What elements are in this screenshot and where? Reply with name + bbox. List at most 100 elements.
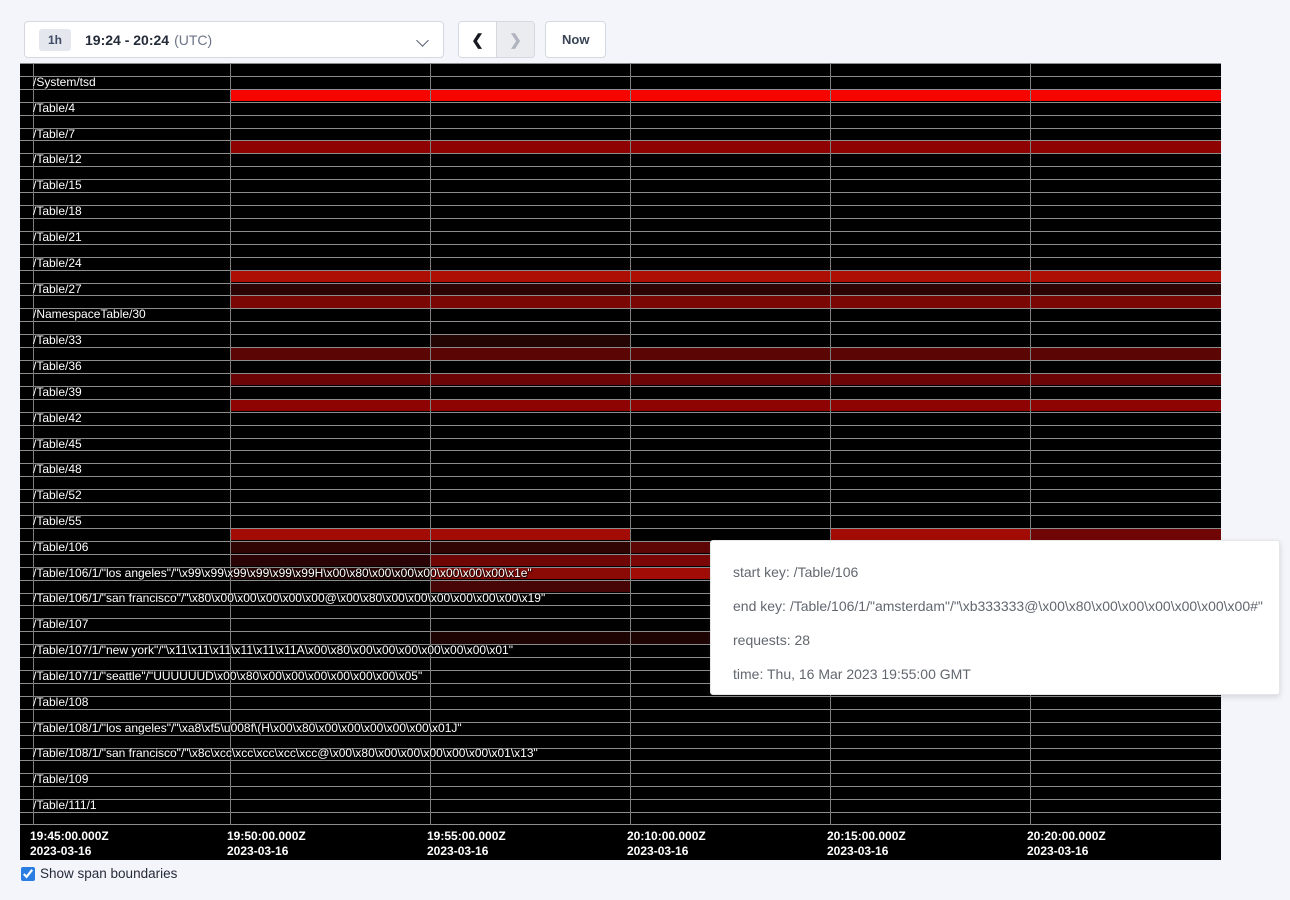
tooltip-time: time: Thu, 16 Mar 2023 19:55:00 GMT: [733, 651, 1257, 685]
heatmap-band[interactable]: [230, 374, 1221, 385]
span-boundary-line: [20, 760, 1221, 761]
heatmap-band[interactable]: [1030, 529, 1221, 540]
range-timezone: (UTC): [174, 32, 212, 48]
span-boundary-line: [20, 773, 1221, 774]
heatmap-band[interactable]: [230, 296, 1221, 307]
axis-tick-label: 20:10:00.000Z2023-03-16: [627, 829, 706, 859]
heatmap-band[interactable]: [430, 555, 630, 566]
heatmap-band[interactable]: [230, 271, 1221, 282]
show-span-boundaries-checkbox[interactable]: [21, 867, 35, 881]
row-key-label: /Table/109: [33, 773, 88, 786]
next-range-button[interactable]: ❯: [497, 22, 534, 57]
span-boundary-line: [20, 321, 1221, 322]
span-boundary-line: [20, 438, 1221, 439]
row-key-label: /Table/42: [33, 412, 82, 425]
span-boundary-line: [20, 373, 1221, 374]
span-boundary-line: [20, 128, 1221, 129]
heatmap-band[interactable]: [230, 568, 430, 579]
row-key-label: /Table/106/1/"san francisco"/"\x80\x00\x…: [33, 592, 545, 605]
row-key-label: /Table/18: [33, 205, 82, 218]
span-boundary-line: [20, 115, 1221, 116]
span-boundary-line: [20, 463, 1221, 464]
prev-range-button[interactable]: ❮: [459, 22, 497, 57]
span-boundary-line: [20, 205, 1221, 206]
span-boundary-line: [20, 360, 1221, 361]
show-span-boundaries-label: Show span boundaries: [40, 866, 177, 881]
span-boundary-line: [20, 257, 1221, 258]
row-key-label: /System/tsd: [33, 76, 96, 89]
time-gridline: [430, 63, 431, 825]
row-key-label: /Table/106: [33, 541, 88, 554]
span-boundary-line: [20, 696, 1221, 697]
span-boundary-line: [20, 347, 1221, 348]
heatmap-band[interactable]: [230, 141, 1221, 152]
now-button[interactable]: Now: [545, 21, 606, 58]
span-boundary-line: [20, 489, 1221, 490]
toolbar: 1h 19:24 - 20:24 (UTC) ❮ ❯ Now: [0, 0, 1290, 63]
row-key-label: /Table/7: [33, 128, 75, 141]
time-gridline: [33, 63, 34, 825]
span-boundaries-control: Show span boundaries: [21, 866, 177, 881]
axis-tick-label: 19:50:00.000Z2023-03-16: [227, 829, 306, 859]
heatmap-band[interactable]: [230, 348, 1221, 359]
heatmap-band[interactable]: [230, 284, 1221, 295]
row-key-label: /Table/24: [33, 257, 82, 270]
row-key-label: /Table/108/1/"san francisco"/"\x8c\xcc\x…: [33, 747, 538, 760]
span-boundary-line: [20, 270, 1221, 271]
heatmap-band[interactable]: [430, 335, 630, 346]
span-boundary-line: [20, 709, 1221, 710]
row-key-label: /Table/4: [33, 102, 75, 115]
span-boundary-line: [20, 735, 1221, 736]
row-key-label: /Table/48: [33, 463, 82, 476]
time-gridline: [830, 63, 831, 825]
span-boundary-line: [20, 179, 1221, 180]
span-boundary-line: [20, 218, 1221, 219]
range-duration-badge: 1h: [39, 29, 71, 51]
span-boundary-line: [20, 748, 1221, 749]
key-visualizer-heatmap[interactable]: /System/tsd/Table/4/Table/7/Table/12/Tab…: [20, 63, 1221, 860]
span-boundary-line: [20, 76, 1221, 77]
span-boundary-line: [20, 283, 1221, 284]
axis-tick-label: 20:20:00.000Z2023-03-16: [1027, 829, 1106, 859]
span-tooltip: start key: /Table/106 end key: /Table/10…: [710, 540, 1280, 695]
time-range-dropdown[interactable]: 1h 19:24 - 20:24 (UTC): [24, 21, 444, 58]
heatmap-band[interactable]: [230, 400, 1221, 411]
heatmap-band[interactable]: [430, 568, 630, 579]
time-gridline: [230, 63, 231, 825]
row-key-label: /Table/15: [33, 179, 82, 192]
axis-tick-label: 19:55:00.000Z2023-03-16: [427, 829, 506, 859]
range-text: 19:24 - 20:24: [85, 32, 169, 48]
row-key-label: /Table/107: [33, 618, 88, 631]
span-boundary-line: [20, 812, 1221, 813]
span-boundary-line: [20, 824, 1221, 825]
heatmap-band[interactable]: [430, 581, 630, 592]
span-boundary-line: [20, 63, 1221, 64]
row-key-label: /Table/27: [33, 283, 82, 296]
tooltip-requests: requests: 28: [733, 617, 1257, 651]
row-key-label: /Table/108/1/"los angeles"/"\xa8\xf5\u00…: [33, 722, 462, 735]
span-boundary-line: [20, 153, 1221, 154]
chevron-right-icon: ❯: [509, 31, 522, 49]
time-gridline: [630, 63, 631, 825]
span-boundary-line: [20, 515, 1221, 516]
span-boundary-line: [20, 425, 1221, 426]
span-boundary-line: [20, 386, 1221, 387]
row-key-label: /NamespaceTable/30: [33, 308, 146, 321]
span-boundary-line: [20, 502, 1221, 503]
row-key-label: /Table/39: [33, 386, 82, 399]
row-key-label: /Table/107/1/"seattle"/"UUUUUUD\x00\x80\…: [33, 670, 422, 683]
chevron-left-icon: ❮: [471, 31, 484, 49]
heatmap-band[interactable]: [830, 529, 1030, 540]
span-boundary-line: [20, 399, 1221, 400]
span-boundary-line: [20, 231, 1221, 232]
span-boundary-line: [20, 476, 1221, 477]
span-boundary-line: [20, 102, 1221, 103]
span-boundary-line: [20, 450, 1221, 451]
heatmap-band[interactable]: [230, 555, 430, 566]
heatmap-band[interactable]: [230, 90, 1221, 101]
row-key-label: /Table/21: [33, 231, 82, 244]
span-boundary-line: [20, 192, 1221, 193]
span-boundary-line: [20, 295, 1221, 296]
span-boundary-line: [20, 140, 1221, 141]
row-key-label: /Table/12: [33, 153, 82, 166]
